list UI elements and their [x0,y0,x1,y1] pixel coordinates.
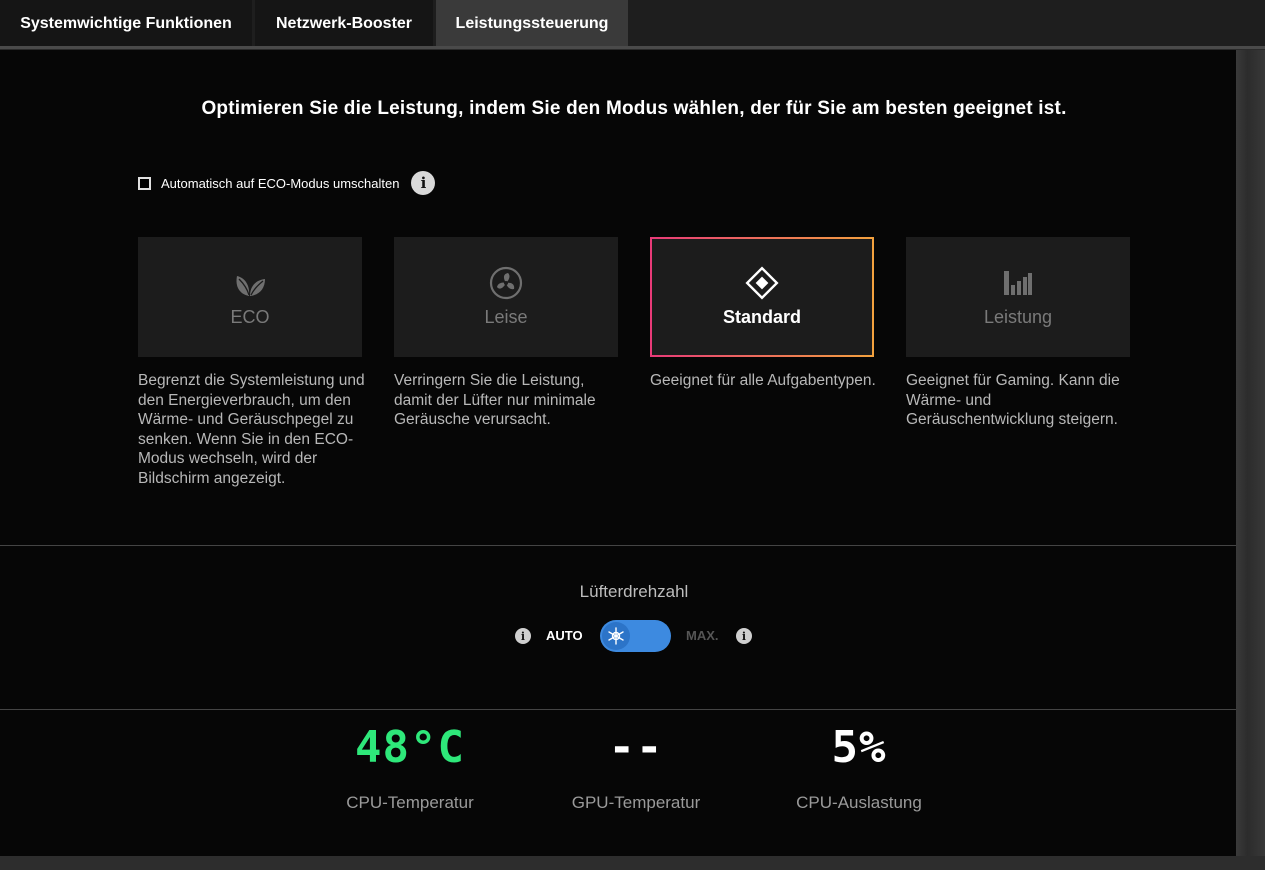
tab-systemwichtige-funktionen[interactable]: Systemwichtige Funktionen [0,0,252,47]
cpu-load-value: 5% [831,722,887,773]
mode-card-leistung[interactable]: Leistung [906,237,1130,357]
mode-card-standard[interactable]: Standard [650,237,874,357]
leaf-icon [233,267,267,299]
mode-label-leistung: Leistung [983,307,1053,327]
gpu-temperature-value: -- [608,722,664,773]
toggle-knob [602,622,630,650]
mode-description-eco: Begrenzt die Systemleistung und den Ener… [138,372,365,487]
auto-eco-checkbox[interactable] [138,176,151,190]
fan-auto-label: AUTO [546,628,583,643]
tab-bar: Systemwichtige Funktionen Netzwerk-Boost… [0,0,1265,49]
cpu-temperature-label: CPU-Temperatur [346,793,474,812]
section-divider [0,545,1236,546]
cpu-load-label: CPU-Auslastung [796,793,922,812]
page-title: Optimieren Sie die Leistung, indem Sie d… [201,98,1067,119]
fan-speed-toggle[interactable] [600,620,671,652]
mode-label-standard: Standard [722,307,801,327]
mode-label-leise: Leise [484,307,528,327]
fan-speed-control: i AUTO MAX. i [0,620,1265,652]
mode-description-leise: Verringern Sie die Leistung, damit der L… [394,372,596,428]
fan-icon [489,266,523,300]
mode-description-leistung: Geeignet für Gaming. Kann die Wärme- und… [906,372,1120,428]
cpu-temperature-value: 48°C [355,722,465,773]
stats-divider [0,709,1236,710]
tab-leistungssteuerung[interactable]: Leistungssteuerung [436,0,628,47]
fan-auto-info-icon[interactable]: i [515,628,531,644]
fan-max-info-icon[interactable]: i [736,628,752,644]
auto-eco-label: Automatisch auf ECO-Modus umschalten [161,175,400,191]
mode-label-eco: ECO [230,307,270,327]
fan-max-label: MAX. [686,628,719,643]
tab-netzwerk-booster[interactable]: Netzwerk-Booster [255,0,433,47]
bars-icon [1003,267,1033,299]
auto-eco-option: Automatisch auf ECO-Modus umschalten i [138,171,436,195]
scrollbar-track[interactable] [1236,50,1265,856]
mode-card-eco[interactable]: ECO [138,237,362,357]
snowflake-icon [608,627,624,645]
gpu-temperature-label: GPU-Temperatur [571,793,701,812]
info-icon[interactable]: i [411,171,436,195]
diamond-icon [744,266,780,300]
mode-description-standard: Geeignet für alle Aufgabentypen. [650,372,876,389]
tab-divider [0,46,1265,49]
bottom-edge [0,856,1265,870]
fan-speed-title: Lüfterdrehzahl [579,582,689,601]
mode-card-leise[interactable]: Leise [394,237,618,357]
